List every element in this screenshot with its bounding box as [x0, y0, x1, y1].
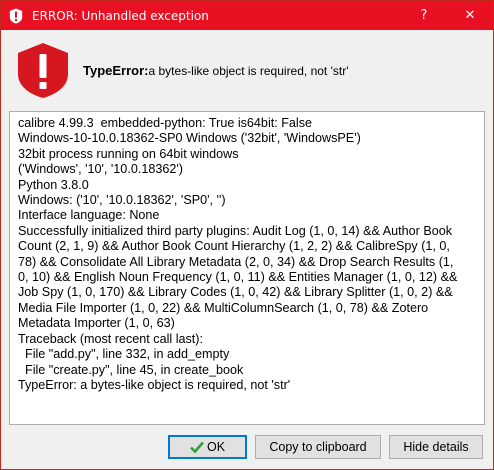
window-title: ERROR: Unhandled exception — [32, 8, 209, 23]
error-summary: TypeError:a bytes-like object is require… — [83, 63, 349, 78]
ok-button[interactable]: OK — [168, 435, 247, 459]
hide-details-label: Hide details — [403, 440, 469, 454]
details-line: ('Windows', '10', '10.0.18362') — [18, 162, 183, 177]
details-line: Windows: ('10', '10.0.18362', 'SP0', '') — [18, 193, 226, 208]
details-line: 32bit process running on 64bit windows — [18, 146, 239, 161]
details-line: Successfully initialized third party plu… — [18, 223, 453, 238]
details-line: File "add.py", line 332, in add_empty — [18, 347, 230, 362]
details-line: Media File Importer (1, 0, 22) && MultiC… — [18, 300, 429, 315]
error-details-text[interactable]: calibre 4.99.3 embedded-python: True is6… — [9, 111, 485, 425]
button-row: OK Copy to clipboard Hide details — [1, 435, 493, 459]
ok-label: OK — [206, 440, 226, 454]
help-button[interactable]: ? — [401, 1, 447, 30]
error-dialog: ERROR: Unhandled exception ? ✕ TypeError… — [0, 0, 494, 470]
checkmark-icon — [190, 441, 204, 453]
details-line: Windows-10-10.0.18362-SP0 Windows ('32bi… — [18, 131, 361, 146]
close-button[interactable]: ✕ — [447, 1, 493, 30]
title-bar[interactable]: ERROR: Unhandled exception ? ✕ — [1, 1, 493, 30]
error-type: TypeError: — [83, 62, 149, 78]
details-line: 78) && Consolidate All Library Metadata … — [18, 254, 454, 269]
error-header: TypeError:a bytes-like object is require… — [15, 41, 479, 99]
details-line: Count (2, 1, 9) && Author Book Count Hie… — [18, 239, 450, 254]
details-line: 0, 10) && English Noun Frequency (1, 0, … — [18, 270, 458, 285]
details-line: File "create.py", line 45, in create_boo… — [18, 362, 244, 377]
details-line: TypeError: a bytes-like object is requir… — [18, 377, 291, 392]
details-line: Python 3.8.0 — [18, 177, 89, 192]
error-message: a bytes-like object is required, not 'st… — [148, 63, 349, 78]
details-line: Interface language: None — [18, 208, 160, 223]
copy-to-clipboard-button[interactable]: Copy to clipboard — [255, 435, 381, 459]
error-shield-icon — [8, 8, 24, 24]
details-line: calibre 4.99.3 embedded-python: True is6… — [18, 116, 313, 130]
copy-label: Copy to clipboard — [269, 440, 367, 454]
details-line: Traceback (most recent call last): — [18, 331, 203, 346]
hide-details-button[interactable]: Hide details — [389, 435, 483, 459]
error-shield-icon-large — [15, 41, 71, 99]
details-line: Job Spy (1, 0, 170) && Library Codes (1,… — [18, 285, 453, 300]
details-line: Metadata Importer (1, 0, 63) — [18, 316, 175, 331]
